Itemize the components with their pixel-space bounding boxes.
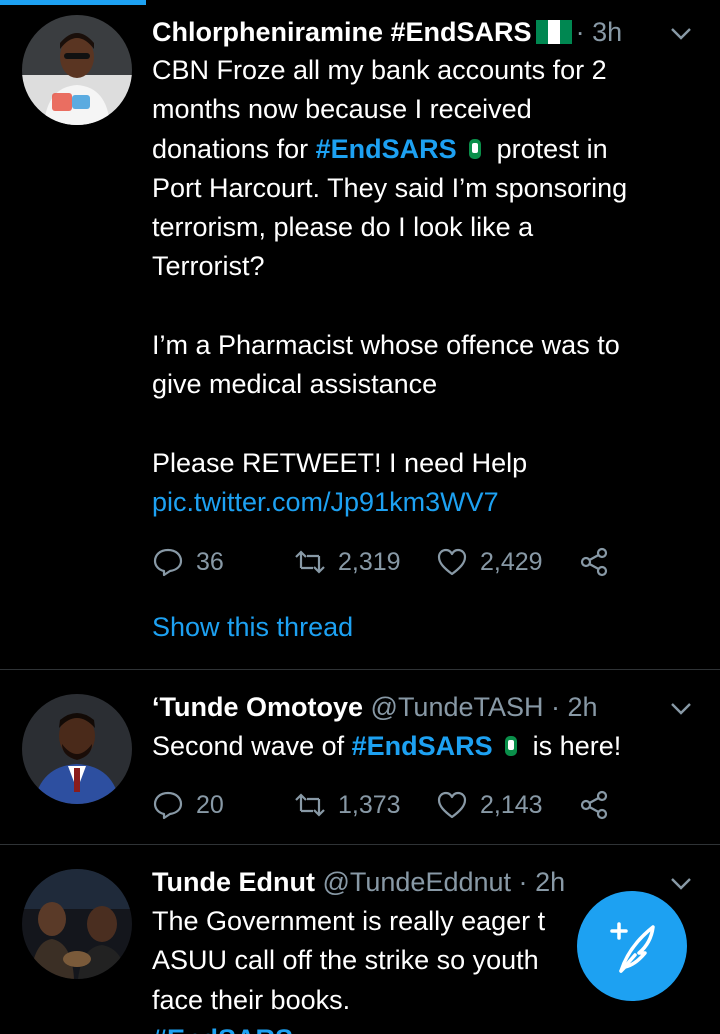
like-button[interactable]: 2,143 bbox=[436, 785, 543, 825]
share-button[interactable] bbox=[578, 785, 622, 825]
show-thread-link[interactable]: Show this thread bbox=[152, 612, 353, 643]
retweet-icon bbox=[295, 550, 325, 574]
retweet-count: 1,373 bbox=[338, 790, 401, 819]
compose-tweet-icon bbox=[610, 922, 655, 973]
tweet-1[interactable]: Chlorpheniramine #EndSARS · 3h CBN Froze … bbox=[0, 0, 720, 669]
like-count: 2,143 bbox=[480, 790, 543, 819]
text-line: I’m a Pharmacist whose offence was to bbox=[152, 330, 620, 361]
like-button[interactable]: 2,429 bbox=[436, 542, 543, 582]
tweet-text: CBN Froze all my bank accounts for 2 mon… bbox=[152, 51, 692, 523]
text-segment: is here! bbox=[532, 731, 622, 761]
display-name[interactable]: Chlorpheniramine #EndSARS bbox=[152, 17, 532, 47]
text-line: Terrorist? bbox=[152, 251, 265, 282]
retweet-button[interactable]: 1,373 bbox=[294, 785, 401, 825]
reply-icon bbox=[153, 548, 183, 577]
chevron-down-icon[interactable] bbox=[668, 20, 694, 46]
user-handle[interactable]: @TundeEddnut bbox=[322, 867, 511, 897]
retweet-icon bbox=[295, 793, 325, 817]
text-line: terrorism, please do I look like a bbox=[152, 212, 534, 243]
display-name[interactable]: Tunde Ednut bbox=[152, 867, 315, 897]
hashtag-link[interactable]: #EndSARS bbox=[352, 731, 493, 761]
text-segment: protest in bbox=[496, 133, 608, 164]
text-line: #EndSARS bbox=[152, 1020, 692, 1034]
nigeria-flag-icon bbox=[535, 20, 572, 44]
timestamp[interactable]: 3h bbox=[592, 17, 622, 47]
share-icon bbox=[580, 790, 608, 820]
avatar[interactable] bbox=[22, 15, 132, 125]
text-line: Port Harcourt. They said I’m sponsoring bbox=[152, 172, 628, 203]
tweet-actions: 36 2,319 2,429 bbox=[152, 542, 652, 582]
text-line: give medical assistance bbox=[152, 369, 438, 400]
endsars-fist-icon bbox=[468, 138, 481, 159]
timestamp[interactable]: 2h bbox=[535, 867, 565, 897]
heart-icon bbox=[437, 548, 467, 576]
media-link[interactable]: pic.twitter.com/Jp91km3WV7 bbox=[152, 483, 692, 522]
like-count: 2,429 bbox=[480, 547, 543, 576]
tweet-header: Chlorpheniramine #EndSARS · 3h bbox=[152, 14, 720, 50]
heart-icon bbox=[437, 791, 467, 819]
hashtag-link[interactable]: #EndSARS bbox=[152, 1024, 293, 1034]
share-icon bbox=[580, 547, 608, 577]
text-line: donations for #EndSARS protest in bbox=[152, 130, 692, 169]
text-line: Please RETWEET! I need Help bbox=[152, 447, 528, 478]
reply-count: 36 bbox=[196, 547, 224, 576]
reply-button[interactable]: 20 bbox=[152, 785, 224, 825]
share-button[interactable] bbox=[578, 542, 622, 582]
hashtag-link[interactable]: #EndSARS bbox=[316, 134, 457, 164]
timestamp[interactable]: 2h bbox=[568, 692, 598, 722]
separator-dot: · bbox=[518, 867, 528, 897]
text-segment: donations for bbox=[152, 133, 316, 164]
retweet-count: 2,319 bbox=[338, 547, 401, 576]
text-line: Second wave of #EndSARS is here! bbox=[152, 727, 692, 766]
separator-dot: · bbox=[575, 17, 585, 47]
tweet-text: Second wave of #EndSARS is here! bbox=[152, 727, 692, 766]
tweet-actions: 20 1,373 2,143 bbox=[152, 785, 652, 825]
display-name[interactable]: ‘Tunde Omotoye bbox=[152, 692, 363, 722]
chevron-down-icon[interactable] bbox=[668, 695, 694, 721]
endsars-fist-icon bbox=[504, 736, 517, 756]
avatar[interactable] bbox=[22, 869, 132, 979]
text-segment: Second wave of bbox=[152, 731, 352, 761]
compose-tweet-button[interactable] bbox=[577, 891, 687, 1001]
reply-count: 20 bbox=[196, 790, 224, 819]
reply-button[interactable]: 36 bbox=[152, 542, 224, 582]
retweet-button[interactable]: 2,319 bbox=[294, 542, 401, 582]
reply-icon bbox=[153, 791, 183, 820]
text-line: CBN Froze all my bank accounts for 2 bbox=[152, 55, 607, 85]
avatar[interactable] bbox=[22, 694, 132, 804]
user-handle[interactable]: @TundeTASH bbox=[371, 692, 544, 722]
tweet-header: ‘Tunde Omotoye @TundeTASH · 2h bbox=[152, 689, 720, 725]
text-line: months now because I received bbox=[152, 94, 532, 125]
separator-dot: · bbox=[551, 692, 561, 722]
tweet-2[interactable]: ‘Tunde Omotoye @TundeTASH · 2h Second wa… bbox=[0, 670, 720, 844]
